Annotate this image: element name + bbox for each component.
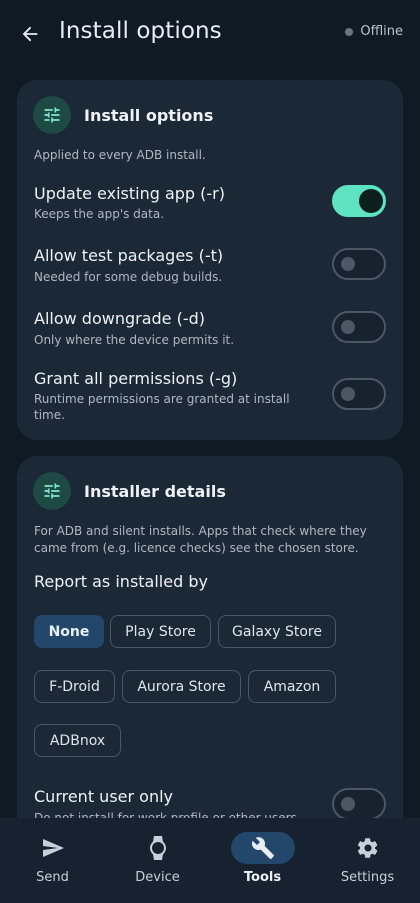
arrow-left-icon [22,26,38,42]
allow-test-toggle[interactable] [332,248,386,280]
nav-device[interactable]: Device [105,818,210,903]
toggle-knob [341,257,355,271]
chip-play-store[interactable]: Play Store [110,615,211,648]
option-sublabel: Keeps the app's data. [34,207,165,221]
status-dot-icon [345,27,354,36]
wrench-icon [230,832,295,864]
card-description: For ADB and silent installs. Apps that c… [34,524,367,555]
chip-galaxy-store[interactable]: Galaxy Store [218,615,336,648]
status-text: Offline [360,24,403,39]
update-existing-toggle[interactable] [332,185,386,217]
tune-icon [33,472,71,510]
nav-label: Settings [340,870,395,885]
watch-icon [126,832,190,864]
nav-label: Device [135,870,180,885]
chip-aurora-store[interactable]: Aurora Store [122,670,241,703]
chip-amazon[interactable]: Amazon [248,670,336,703]
installer-details-card: Installer details For ADB and silent ins… [17,456,403,876]
toggle-knob [341,320,355,334]
chip-adbnox[interactable]: ADBnox [34,724,121,757]
back-button[interactable] [16,20,44,48]
chip-none[interactable]: None [34,615,104,648]
option-label: Grant all permissions (-g) [34,369,238,388]
nav-label: Send [36,870,69,885]
page-title: Install options [59,18,222,44]
current-user-toggle[interactable] [332,788,386,820]
toggle-knob [341,797,355,811]
option-label: Allow test packages (-t) [34,246,224,265]
nav-label: Tools [243,870,282,885]
option-label: Allow downgrade (-d) [34,309,206,328]
top-app-bar: Install options Offline [0,0,420,68]
connection-status: Offline [345,24,403,39]
card-title: Install options [84,106,214,125]
option-label: Update existing app (-r) [34,184,225,203]
nav-send[interactable]: Send [0,818,105,903]
card-title: Installer details [84,482,226,501]
option-sublabel: Needed for some debug builds. [34,270,223,284]
allow-downgrade-toggle[interactable] [332,311,386,343]
option-sublabel: Runtime permissions are granted at insta… [34,392,290,422]
install-options-card: Install options Applied to every ADB ins… [17,80,403,440]
nav-tools[interactable]: Tools [210,818,315,903]
toggle-knob [341,387,355,401]
toggle-knob [359,189,383,213]
tune-icon [33,96,71,134]
report-installed-by-label: Report as installed by [34,572,208,591]
card-description: Applied to every ADB install. [34,148,206,162]
grant-permissions-toggle[interactable] [332,378,386,410]
gear-icon [336,832,400,864]
option-label: Current user only [34,787,174,806]
send-icon [21,832,85,864]
option-sublabel: Only where the device permits it. [34,333,235,347]
chip-f-droid[interactable]: F-Droid [34,670,115,703]
nav-settings[interactable]: Settings [315,818,420,903]
bottom-navigation: Send Device Tools Settings [0,818,420,903]
